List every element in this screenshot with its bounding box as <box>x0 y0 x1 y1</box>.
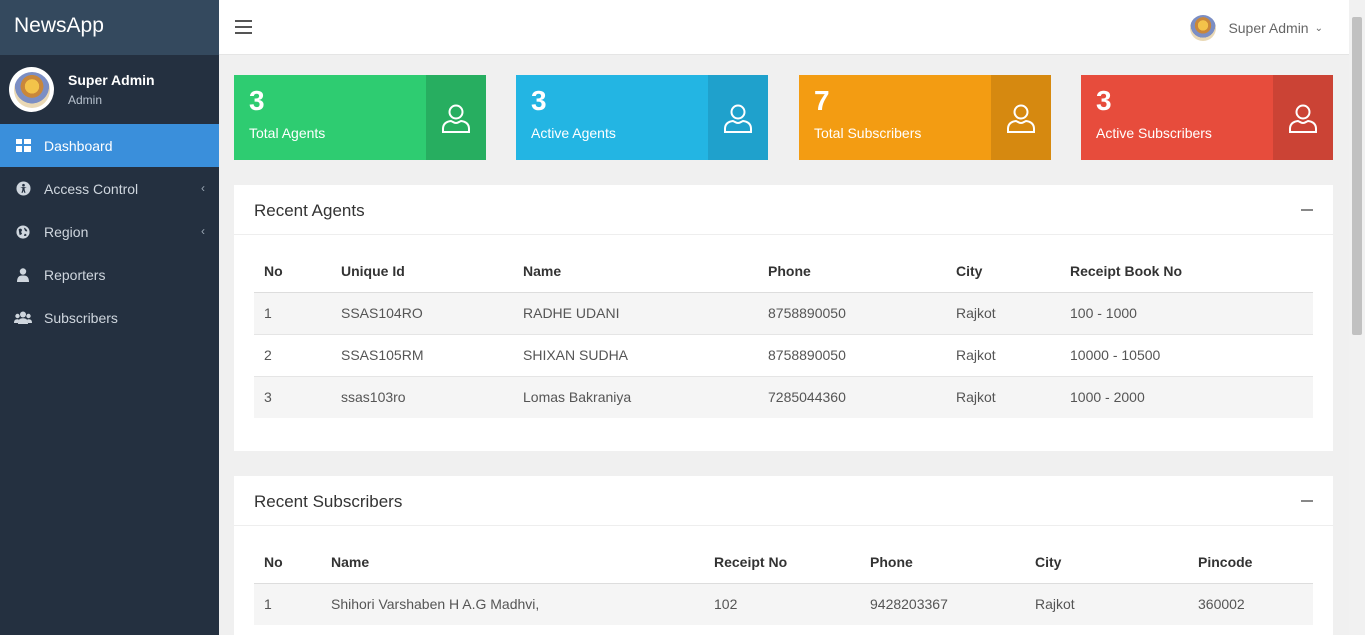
table-cell: SHIXAN SUDHA <box>513 333 758 376</box>
table-cell: 9428203367 <box>860 582 1025 625</box>
table-cell: SSAS105RM <box>331 333 513 376</box>
user-menu-name: Super Admin <box>1228 20 1309 36</box>
chevron-down-icon: ⌄ <box>1314 22 1323 34</box>
column-header: Receipt Book No <box>1060 235 1313 293</box>
recent-subscribers-panel: Recent Subscribers No Name Receipt No Ph… <box>234 476 1333 635</box>
table-cell: Rajkot <box>946 333 1060 376</box>
table-cell: 2 <box>254 333 331 376</box>
avatar <box>9 67 54 112</box>
table-cell: 100 - 1000 <box>1060 291 1313 334</box>
access-icon <box>14 180 32 198</box>
column-header: City <box>946 235 1060 293</box>
table-row: 1 SSAS104RO RADHE UDANI 8758890050 Rajko… <box>254 291 1313 334</box>
recent-agents-panel: Recent Agents No Unique Id Name Phone Ci… <box>234 185 1333 451</box>
column-header: No <box>254 526 321 584</box>
sidebar-item-label: Dashboard <box>44 137 113 154</box>
table-cell: 1 <box>254 291 331 334</box>
table-row: 1 Shihori Varshaben H A.G Madhvi, 102 94… <box>254 582 1313 625</box>
panel-title: Recent Subscribers <box>254 492 403 511</box>
column-header: City <box>1025 526 1188 584</box>
user-icon <box>1273 75 1333 160</box>
column-header: Name <box>321 526 704 584</box>
collapse-icon[interactable] <box>1301 500 1313 502</box>
stat-label: Active Agents <box>531 125 616 141</box>
stat-card-active-agents: 3 Active Agents <box>516 75 768 160</box>
user-icon <box>991 75 1051 160</box>
users-icon <box>14 309 32 327</box>
sidebar-item-access-control[interactable]: Access Control ‹ <box>0 167 219 210</box>
chevron-left-icon: ‹ <box>201 181 205 195</box>
table-cell: Lomas Bakraniya <box>513 375 758 418</box>
table-cell: 1 <box>254 582 321 625</box>
sidebar-item-subscribers[interactable]: Subscribers <box>0 296 219 339</box>
scrollbar[interactable] <box>1349 0 1365 635</box>
table-cell: 7285044360 <box>758 375 946 418</box>
table-cell: RADHE UDANI <box>513 291 758 334</box>
profile-role: Admin <box>68 93 103 107</box>
table-cell: ssas103ro <box>331 375 513 418</box>
table-cell: 8758890050 <box>758 291 946 334</box>
user-icon <box>426 75 486 160</box>
column-header: Name <box>513 235 758 293</box>
table-cell: Rajkot <box>1025 582 1188 625</box>
chevron-left-icon: ‹ <box>201 224 205 238</box>
column-header: Phone <box>758 235 946 293</box>
stat-value: 3 <box>1096 85 1112 116</box>
stat-label: Active Subscribers <box>1096 125 1212 141</box>
sidebar-item-label: Access Control <box>44 180 139 197</box>
top-navbar: Super Admin ⌄ <box>219 0 1349 55</box>
sidebar-item-region[interactable]: Region ‹ <box>0 210 219 253</box>
stat-card-total-agents: 3 Total Agents <box>234 75 486 160</box>
user-menu[interactable]: Super Admin ⌄ <box>1190 15 1323 41</box>
brand-logo[interactable]: NewsApp <box>0 0 219 55</box>
sidebar-item-dashboard[interactable]: Dashboard <box>0 124 219 167</box>
table-row: 2 SSAS105RM SHIXAN SUDHA 8758890050 Rajk… <box>254 333 1313 376</box>
scrollbar-thumb[interactable] <box>1352 17 1362 335</box>
table-cell: Shihori Varshaben H A.G Madhvi, <box>321 582 704 625</box>
table-row: 3 ssas103ro Lomas Bakraniya 7285044360 R… <box>254 375 1313 418</box>
profile-name: Super Admin <box>68 72 155 88</box>
table-cell: Rajkot <box>946 291 1060 334</box>
stat-label: Total Agents <box>249 125 326 141</box>
globe-icon <box>14 223 32 241</box>
dashboard-icon <box>14 137 32 155</box>
collapse-icon[interactable] <box>1301 209 1313 211</box>
panel-title: Recent Agents <box>254 201 365 220</box>
user-icon <box>14 266 32 284</box>
table-cell: Rajkot <box>946 375 1060 418</box>
column-header: Unique Id <box>331 235 513 293</box>
sidebar-item-label: Subscribers <box>44 309 118 326</box>
table-cell: 360002 <box>1188 582 1313 625</box>
stat-label: Total Subscribers <box>814 125 922 141</box>
table-header-row: No Name Receipt No Phone City Pincode <box>254 526 1313 584</box>
column-header: Phone <box>860 526 1025 584</box>
table-cell: SSAS104RO <box>331 291 513 334</box>
table-cell: 8758890050 <box>758 333 946 376</box>
table-header-row: No Unique Id Name Phone City Receipt Boo… <box>254 235 1313 293</box>
table-cell: 1000 - 2000 <box>1060 375 1313 418</box>
column-header: No <box>254 235 331 293</box>
menu-toggle-icon[interactable] <box>235 20 252 34</box>
stat-card-total-subscribers: 7 Total Subscribers <box>799 75 1051 160</box>
stat-value: 3 <box>249 85 265 116</box>
column-header: Pincode <box>1188 526 1313 584</box>
sidebar-item-label: Reporters <box>44 266 106 283</box>
recent-agents-table: No Unique Id Name Phone City Receipt Boo… <box>254 235 1313 418</box>
user-profile: Super Admin Admin <box>0 55 219 124</box>
table-cell: 10000 - 10500 <box>1060 333 1313 376</box>
table-cell: 3 <box>254 375 331 418</box>
sidebar: NewsApp Super Admin Admin Dashboard Acce… <box>0 0 219 635</box>
table-cell: 102 <box>704 582 860 625</box>
sidebar-item-label: Region <box>44 223 89 240</box>
stat-value: 7 <box>814 85 830 116</box>
sidebar-item-reporters[interactable]: Reporters <box>0 253 219 296</box>
recent-subscribers-table: No Name Receipt No Phone City Pincode 1 … <box>254 526 1313 625</box>
column-header: Receipt No <box>704 526 860 584</box>
user-icon <box>708 75 768 160</box>
avatar <box>1190 15 1217 41</box>
stat-card-active-subscribers: 3 Active Subscribers <box>1081 75 1333 160</box>
stat-value: 3 <box>531 85 547 116</box>
